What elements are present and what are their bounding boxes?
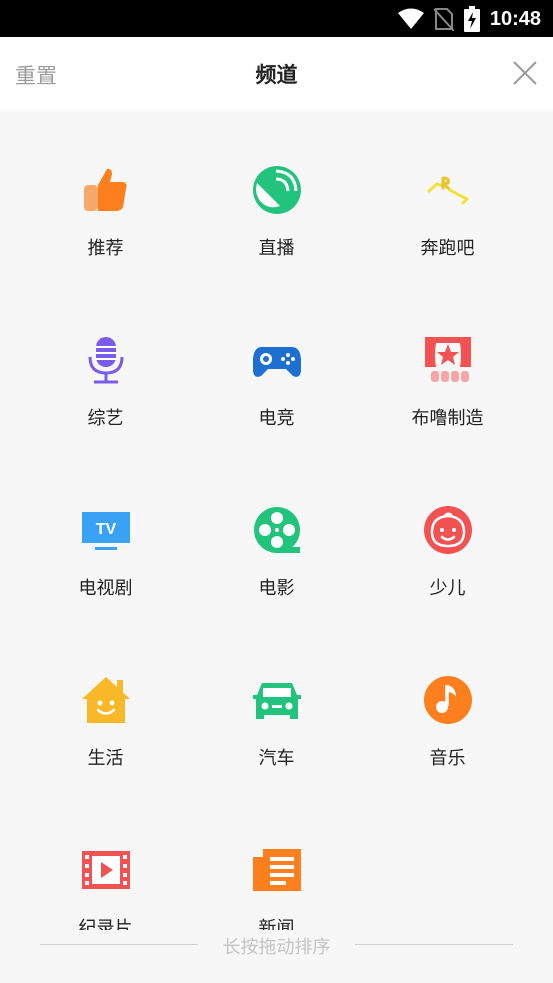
car-icon bbox=[253, 683, 301, 719]
live-broadcast-icon bbox=[253, 166, 301, 214]
header: 重置 频道 bbox=[0, 37, 553, 110]
status-bar: 10:48 bbox=[0, 0, 553, 37]
house-icon bbox=[82, 677, 130, 723]
gamepad-icon bbox=[253, 347, 301, 377]
music-note-icon bbox=[424, 676, 472, 724]
channel-label: 生活 bbox=[87, 748, 124, 769]
status-time: 10:48 bbox=[489, 7, 541, 30]
theater-stage-icon bbox=[425, 337, 471, 382]
channel-item-news[interactable]: 新闻 bbox=[191, 790, 362, 930]
channel-label: 电竞 bbox=[258, 408, 295, 429]
channel-label: 少儿 bbox=[429, 578, 466, 599]
microphone-icon bbox=[88, 337, 124, 384]
drag-sort-hint: 长按拖动排序 bbox=[40, 930, 513, 958]
channel-item-documentary[interactable]: 纪录片 bbox=[20, 790, 191, 930]
page-title: 频道 bbox=[255, 63, 298, 87]
channel-item-movie[interactable]: 电影 bbox=[191, 450, 362, 620]
channel-item-kids[interactable]: 少儿 bbox=[362, 450, 533, 620]
channel-item-variety[interactable]: 综艺 bbox=[20, 280, 191, 450]
news-icon bbox=[253, 849, 301, 891]
channel-label: 奔跑吧 bbox=[420, 238, 475, 259]
channel-grid: 推荐 直播 奔跑吧 综艺 电竞 布噜制造 TV 电视剧 电影 少儿 生活 汽车 … bbox=[20, 110, 533, 930]
channel-item-esports[interactable]: 电竞 bbox=[191, 280, 362, 450]
hint-text: 长按拖动排序 bbox=[222, 937, 331, 958]
channel-item-bulu[interactable]: 布噜制造 bbox=[362, 280, 533, 450]
channel-label: 推荐 bbox=[87, 238, 124, 259]
channel-item-music[interactable]: 音乐 bbox=[362, 620, 533, 790]
channel-item-life[interactable]: 生活 bbox=[20, 620, 191, 790]
thumbs-up-icon bbox=[84, 168, 127, 211]
baby-face-icon bbox=[424, 506, 472, 554]
close-icon[interactable] bbox=[511, 59, 539, 87]
film-reel-icon bbox=[254, 507, 300, 553]
tv-icon: TV bbox=[82, 512, 130, 550]
channel-label: 直播 bbox=[258, 238, 295, 259]
reset-button[interactable]: 重置 bbox=[15, 60, 57, 90]
channel-label: 电影 bbox=[258, 578, 295, 599]
channel-label: 综艺 bbox=[87, 408, 124, 429]
running-man-logo-icon bbox=[427, 176, 469, 205]
channel-item-car[interactable]: 汽车 bbox=[191, 620, 362, 790]
battery-charging-icon bbox=[463, 6, 480, 32]
channel-item-recommend[interactable]: 推荐 bbox=[20, 110, 191, 280]
channel-label: 电视剧 bbox=[78, 578, 133, 599]
channel-item-tv-series[interactable]: TV 电视剧 bbox=[20, 450, 191, 620]
film-strip-icon bbox=[82, 851, 130, 889]
no-sim-icon bbox=[433, 8, 454, 31]
channel-label: 汽车 bbox=[258, 748, 295, 769]
divider bbox=[355, 944, 513, 945]
channel-label: 新闻 bbox=[258, 918, 295, 930]
channel-item-run[interactable]: 奔跑吧 bbox=[362, 110, 533, 280]
wifi-icon bbox=[397, 8, 424, 29]
svg-text:TV: TV bbox=[96, 521, 117, 538]
channel-label: 布噜制造 bbox=[411, 408, 484, 429]
channel-label: 纪录片 bbox=[78, 918, 133, 930]
status-icons: 10:48 bbox=[397, 6, 541, 32]
channel-label: 音乐 bbox=[429, 748, 466, 769]
channel-item-live[interactable]: 直播 bbox=[191, 110, 362, 280]
